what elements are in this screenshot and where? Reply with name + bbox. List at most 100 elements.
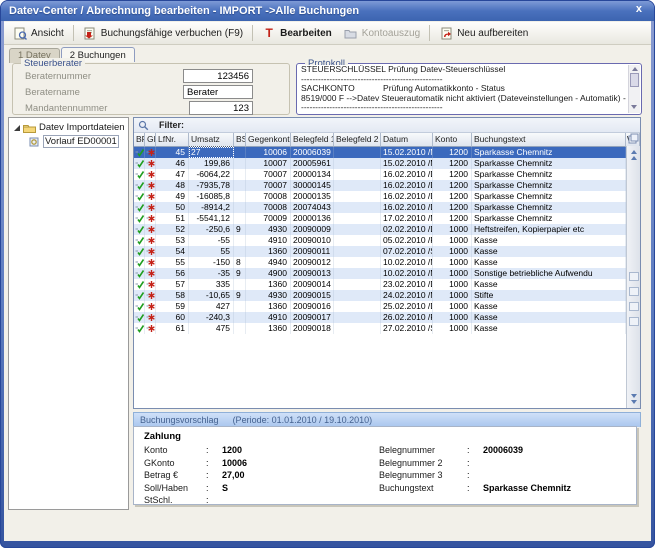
column-options-icon[interactable] bbox=[629, 272, 639, 281]
header-umsatz[interactable]: Umsatz bbox=[189, 133, 234, 147]
close-button[interactable]: x bbox=[636, 3, 642, 15]
table-row[interactable]: 48-7935,78700073000014516.02.2010 /Di120… bbox=[134, 180, 640, 191]
bf-ok-icon bbox=[134, 301, 145, 312]
cell-lfnr: 59 bbox=[156, 301, 189, 312]
bearbeiten-button[interactable]: T Bearbeiten bbox=[256, 25, 338, 42]
kontoauszug-button[interactable]: Kontoauszug bbox=[338, 25, 426, 42]
header-lfnr[interactable]: LfNr. bbox=[156, 133, 189, 147]
vorlauf-icon bbox=[29, 137, 40, 147]
header-gegenkonto[interactable]: Gegenkonto bbox=[246, 133, 291, 147]
cell-datum: 15.02.2010 /Mo bbox=[381, 158, 433, 169]
neu-aufbereiten-button[interactable]: Neu aufbereiten bbox=[433, 25, 534, 42]
protokoll-scrollbar[interactable] bbox=[628, 65, 640, 113]
table-side-scrollbar[interactable] bbox=[626, 146, 640, 408]
ansicht-label: Ansicht bbox=[31, 28, 64, 39]
header-datum[interactable]: Datum bbox=[381, 133, 433, 147]
table-row[interactable]: 545513602009001107.02.2010 /So1000KasseE… bbox=[134, 246, 640, 257]
import-tree: Datev Importdateien Vorlauf ED00001 bbox=[8, 117, 129, 510]
cell-lfnr: 47 bbox=[156, 169, 189, 180]
table-row[interactable]: 5942713602009001625.02.2010 /Do1000Kasse… bbox=[134, 301, 640, 312]
tree-child-item[interactable]: Vorlauf ED00001 bbox=[29, 135, 128, 148]
verbuchen-button[interactable]: Buchungsfähige verbuchen (F9) bbox=[77, 25, 249, 42]
table-row[interactable]: 5733513602009001423.02.2010 /Di1000Kasse… bbox=[134, 279, 640, 290]
ansicht-button[interactable]: Ansicht bbox=[7, 25, 70, 42]
cell-gegenkonto: 10007 bbox=[246, 158, 291, 169]
cell-buchungstext: Heftstreifen, Kopierpapier etc bbox=[472, 224, 626, 235]
cell-gegenkonto: 70007 bbox=[246, 169, 291, 180]
header-bs[interactable]: BS bbox=[234, 133, 246, 147]
table-row[interactable]: 52-250,6949302009000902.02.2010 /Di1000H… bbox=[134, 224, 640, 235]
cell-belegfeld2 bbox=[334, 158, 381, 169]
table-row[interactable]: 6147513602009001827.02.2010 /Sa1000Kasse… bbox=[134, 323, 640, 334]
table-row[interactable]: 53-5549102009001005.02.2010 /Fr1000Kasse… bbox=[134, 235, 640, 246]
toolbar-separator bbox=[429, 25, 430, 41]
cell-belegfeld1: 20090012 bbox=[291, 257, 334, 268]
scroll-down-icon[interactable] bbox=[631, 105, 637, 109]
cell-konto: 1000 bbox=[433, 246, 472, 257]
table-row[interactable]: 46199,86100072000596115.02.2010 /Mo1200S… bbox=[134, 158, 640, 169]
cell-umsatz: -8914,2 bbox=[189, 202, 234, 213]
cell-konto: 1200 bbox=[433, 191, 472, 202]
search-icon[interactable] bbox=[629, 287, 639, 296]
filter-icon[interactable] bbox=[629, 317, 639, 326]
cell-belegfeld1: 20074043 bbox=[291, 202, 334, 213]
scroll-up-icon[interactable] bbox=[631, 150, 637, 154]
beraternummer-field[interactable] bbox=[183, 69, 253, 83]
table-row[interactable]: 4527100062000603915.02.2010 /Mo1200Spark… bbox=[134, 147, 640, 158]
cell-belegfeld1: 20090018 bbox=[291, 323, 334, 334]
table-row[interactable]: 49-16085,8700082000013516.02.2010 /Di120… bbox=[134, 191, 640, 202]
scroll-up-icon[interactable] bbox=[632, 67, 638, 71]
cell-datum: 16.02.2010 /Di bbox=[381, 180, 433, 191]
title-bar[interactable]: Datev-Center / Abrechnung bearbeiten - I… bbox=[1, 1, 654, 21]
bf-ok-icon bbox=[134, 312, 145, 323]
header-bf[interactable]: BF bbox=[134, 133, 145, 147]
cell-lfnr: 54 bbox=[156, 246, 189, 257]
cell-bs: 9 bbox=[234, 290, 246, 301]
cell-belegfeld1: 30000145 bbox=[291, 180, 334, 191]
header-gb[interactable]: GB bbox=[145, 133, 156, 147]
tree-root-item[interactable]: Datev Importdateien bbox=[14, 122, 128, 133]
cell-umsatz: -35 bbox=[189, 268, 234, 279]
page-up-icon[interactable] bbox=[631, 156, 637, 160]
bookings-table-panel: Filter: BF GB LfNr. Umsatz BS Gegenkonto… bbox=[133, 117, 641, 409]
page-down-icon[interactable] bbox=[631, 394, 637, 398]
table-row[interactable]: 50-8914,2700082007404316.02.2010 /Di1200… bbox=[134, 202, 640, 213]
cell-belegfeld1: 20090010 bbox=[291, 235, 334, 246]
cell-konto: 1000 bbox=[433, 268, 472, 279]
table-row[interactable]: 60-240,349102009001726.02.2010 /Fr1000Ka… bbox=[134, 312, 640, 323]
gb-error-icon bbox=[145, 279, 156, 290]
header-belegfeld1[interactable]: Belegfeld 1 bbox=[291, 133, 334, 147]
header-konto[interactable]: Konto bbox=[433, 133, 472, 147]
table-row[interactable]: 47-6064,22700072000013416.02.2010 /Di120… bbox=[134, 169, 640, 180]
tree-expander-icon[interactable] bbox=[14, 125, 20, 131]
sum-icon[interactable] bbox=[629, 302, 639, 311]
copy-grid-icon[interactable] bbox=[628, 133, 639, 144]
steuerberater-groupbox: Steuerberater Beraternummer Beratername … bbox=[12, 63, 290, 115]
gb-error-icon bbox=[145, 202, 156, 213]
cell-buchungstext: Sparkasse Chemnitz bbox=[472, 180, 626, 191]
scroll-down-icon[interactable] bbox=[631, 400, 637, 404]
filter-row[interactable]: Filter: bbox=[134, 118, 640, 133]
cell-belegfeld1: 20000134 bbox=[291, 169, 334, 180]
scroll-thumb[interactable] bbox=[630, 73, 639, 87]
cell-buchungstext: Kasse bbox=[472, 235, 626, 246]
cell-belegfeld2 bbox=[334, 224, 381, 235]
table-row[interactable]: 56-35949002009001310.02.2010 /Mi1000Sons… bbox=[134, 268, 640, 279]
header-buchungstext[interactable]: Buchungstext bbox=[472, 133, 626, 147]
mandantennummer-field[interactable] bbox=[189, 101, 253, 115]
section-title: Zahlung bbox=[144, 431, 636, 442]
bf-ok-icon bbox=[134, 191, 145, 202]
table-row[interactable]: 58-10,65949302009001524.02.2010 /Mi1000S… bbox=[134, 290, 640, 301]
cell-umsatz: -240,3 bbox=[189, 312, 234, 323]
buchungstext-value: Sparkasse Chemnitz bbox=[483, 482, 571, 495]
table-row[interactable]: 51-5541,12700092000013617.02.2010 /Mi120… bbox=[134, 213, 640, 224]
cell-umsatz: 27 bbox=[189, 147, 234, 158]
header-belegfeld2[interactable]: Belegfeld 2 bbox=[334, 133, 381, 147]
steuerberater-legend: Steuerberater bbox=[21, 58, 85, 69]
gb-error-icon bbox=[145, 213, 156, 224]
beratername-field[interactable] bbox=[183, 85, 253, 99]
betrag-value: 27,00 bbox=[222, 469, 245, 482]
cell-belegfeld1: 20090013 bbox=[291, 268, 334, 279]
bearbeiten-label: Bearbeiten bbox=[280, 28, 332, 39]
table-row[interactable]: 55-150849402009001210.02.2010 /Mi1000Kas… bbox=[134, 257, 640, 268]
